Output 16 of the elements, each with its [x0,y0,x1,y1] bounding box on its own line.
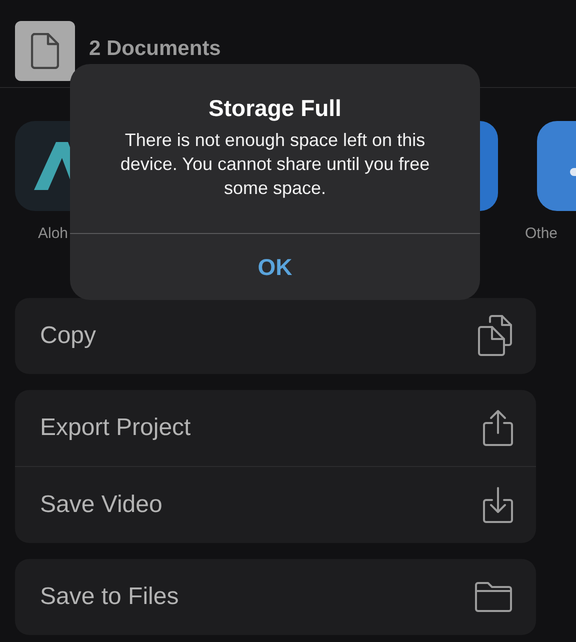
folder-icon [474,581,514,613]
document-icon [31,33,59,69]
action-row[interactable]: Save to Files [15,559,536,635]
app-icon[interactable] [480,121,498,211]
alert-message: There is not enough space left on this device. You cannot share until you free some space. [119,129,431,200]
action-row[interactable]: Save Video [15,466,536,543]
share-icon [482,409,514,447]
action-row[interactable]: Export Project [15,390,536,466]
action-row[interactable]: Copy [15,298,536,374]
download-icon [482,486,514,524]
alert-title: Storage Full [208,95,342,122]
ok-button[interactable]: OK [238,250,312,284]
documents-icon [476,315,514,357]
app-label: Aloh [38,225,68,242]
share-title: 2 Documents [89,37,221,61]
app-label: Othe [525,225,558,242]
